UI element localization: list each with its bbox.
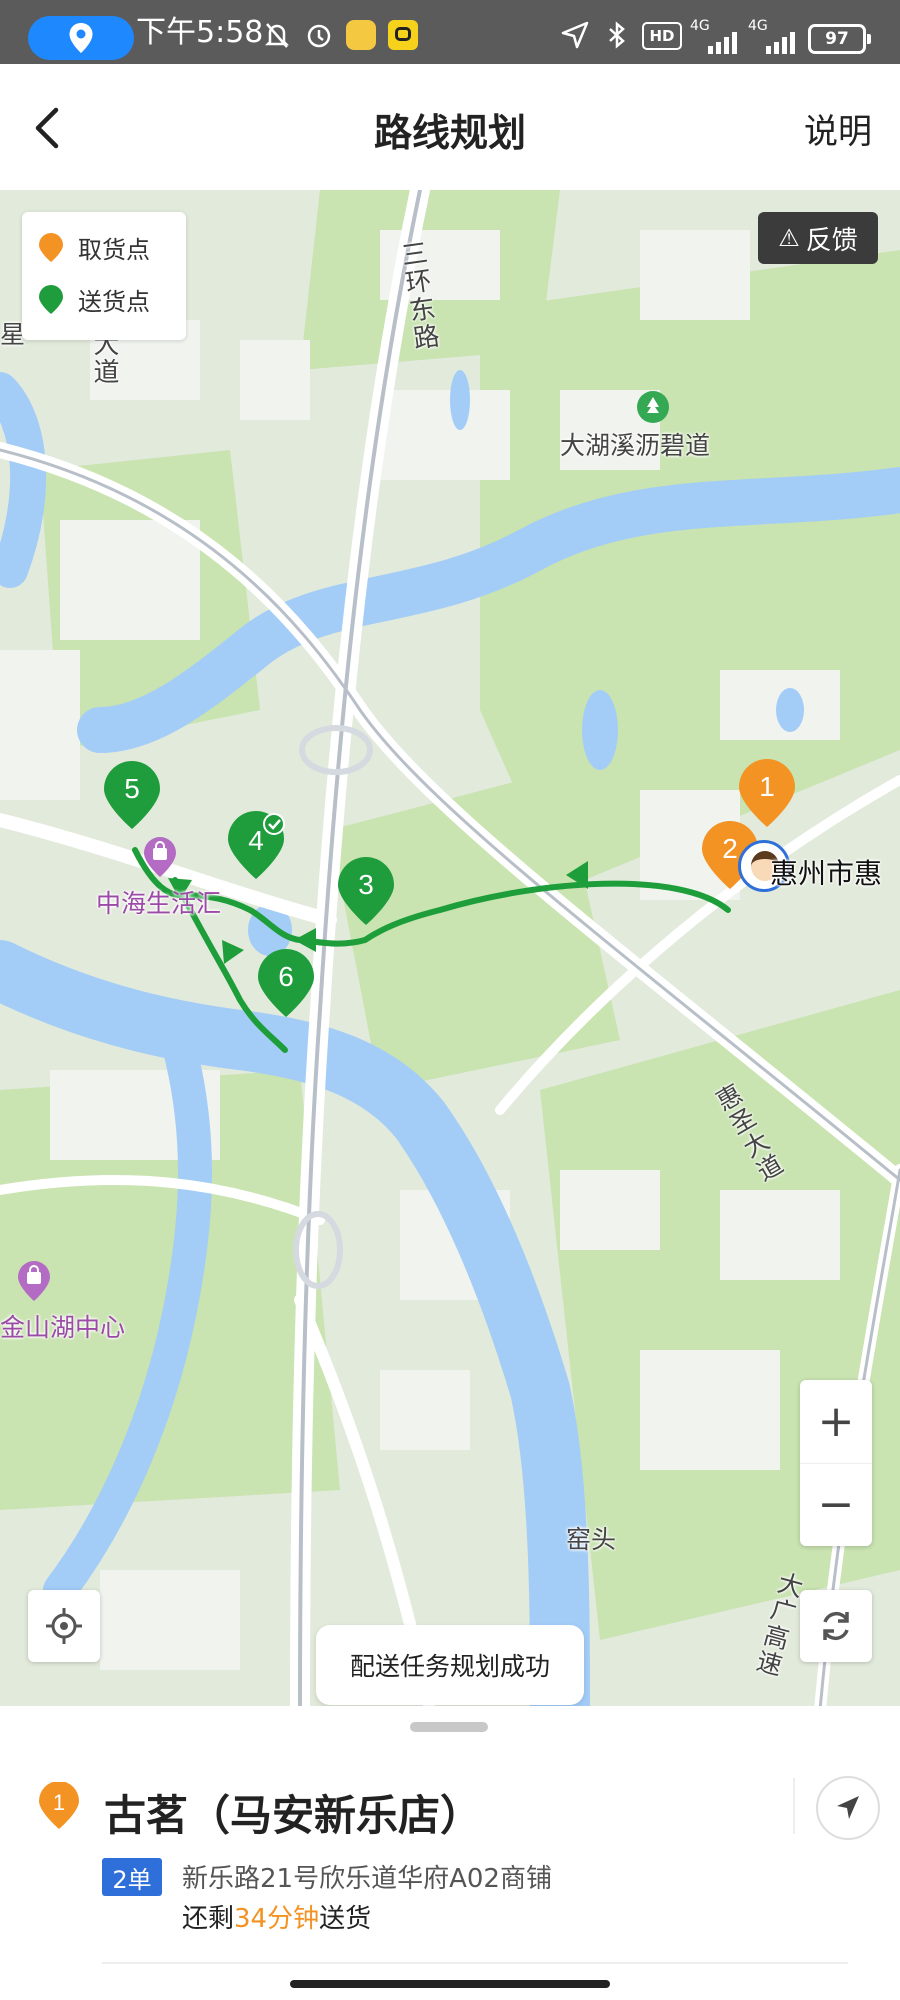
zoom-out-button[interactable]: − [800,1464,872,1546]
hd-badge: HD [642,22,682,50]
feedback-button[interactable]: ⚠ 反馈 [758,212,878,264]
pickup-pin-1[interactable]: 1 [737,758,797,828]
legend-pickup: 取货点 [38,230,150,265]
shopping-bag-icon [144,837,176,877]
completed-check-icon [263,813,285,835]
delivery-pin-6[interactable]: 6 [256,948,316,1018]
crosshair-icon [46,1608,82,1644]
sheet-drag-handle[interactable] [410,1722,488,1732]
delivery-pin-5[interactable]: 5 [102,760,162,830]
delivery-pin-icon [39,284,63,314]
pin-number: 1 [759,771,775,802]
navigation-arrow-icon [561,21,589,49]
location-icon [69,23,93,53]
signal-icon [708,32,737,54]
status-time: 下午5:58 [136,15,264,50]
order-sheet[interactable]: 1 古茗（马安新乐店） 2单 新乐路21号欣乐道华府A02商铺 还剩34分钟送货 [0,1706,900,2000]
delivery-eta: 还剩34分钟送货 [182,1904,372,1934]
order-count-badge: 2单 [102,1858,162,1896]
stop-number: 1 [53,1790,65,1815]
zoom-control: + − [800,1380,872,1546]
pickup-pin-icon: 1 [39,1782,79,1829]
map-legend: 取货点 送货点 [22,212,186,340]
location-sharing-pill[interactable] [28,16,134,60]
divider [793,1778,795,1834]
map-base-layer [0,190,900,1710]
delivery-pin-3[interactable]: 3 [336,856,396,926]
pickup-pin-icon [39,232,63,262]
divider [102,1962,848,1964]
app-notification-icon [346,20,376,50]
battery-level: 97 [808,24,871,54]
alarm-icon [307,24,331,48]
rider-location-label: 惠州市惠 [770,857,883,890]
help-button[interactable]: 说明 [804,104,872,153]
store-name: 古茗（马安新乐店） [104,1791,483,1840]
signal-icon [766,32,795,54]
shopping-bag-icon [18,1261,50,1301]
pin-number: 3 [358,869,374,900]
pin-number: 2 [722,833,738,864]
pin-number: 4 [248,825,264,856]
locate-button[interactable] [28,1590,100,1662]
page-title: 路线规划 [373,111,526,155]
navigate-button[interactable] [816,1776,880,1840]
pin-number: 6 [278,961,294,992]
home-indicator[interactable] [290,1980,610,1988]
bluetooth-icon [609,21,625,49]
toast-message: 配送任务规划成功 [316,1625,584,1705]
pin-number: 5 [124,773,140,804]
zoom-in-button[interactable]: + [800,1381,872,1464]
route-map[interactable]: 三环东路 大道 星 大湖溪沥碧道 中海生活汇 金山湖中心 惠圣大道 窑头 大广高… [0,190,900,1710]
warning-icon: ⚠ [778,224,800,252]
park-label: 大湖溪沥碧道 [560,431,711,460]
mute-bell-icon [264,23,290,48]
poi-label: 金山湖中心 [0,1313,126,1342]
place-label: 窑头 [566,1525,617,1554]
app-notification-icon [388,20,418,50]
refresh-icon [823,1611,849,1641]
app-header: 路线规划 说明 [0,64,900,190]
status-bar: 下午5:58 HD 4G 4G 97 [0,0,900,64]
navigation-arrow-icon [837,1796,859,1819]
refresh-button[interactable] [800,1590,872,1662]
store-address: 新乐路21号欣乐道华府A02商铺 [182,1864,552,1894]
delivery-pin-4[interactable]: 4 [226,810,290,880]
poi-label: 中海生活汇 [96,889,222,918]
legend-delivery: 送货点 [38,282,150,317]
park-icon [636,390,669,423]
